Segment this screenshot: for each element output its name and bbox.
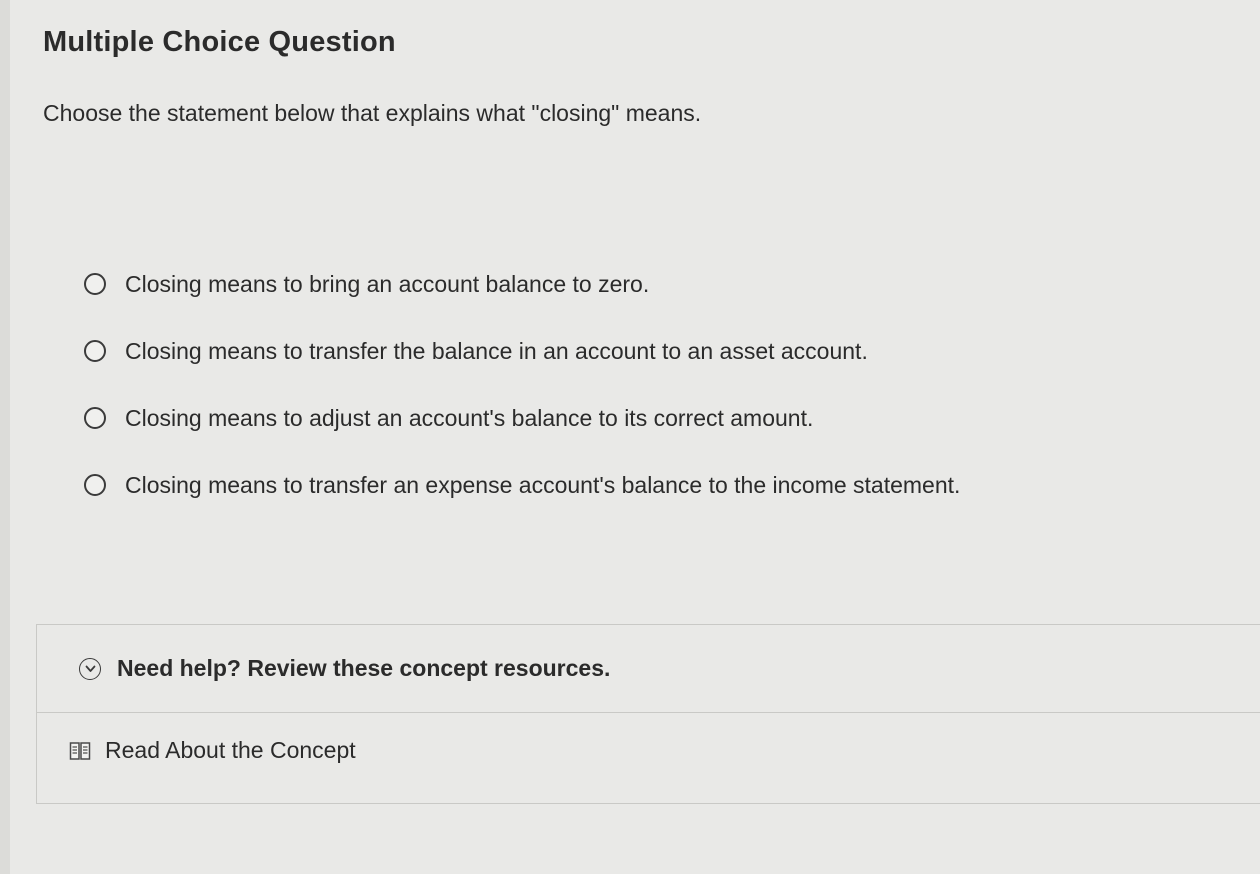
radio-button[interactable] [84, 407, 106, 429]
book-icon [69, 741, 91, 761]
help-resources-panel: Need help? Review these concept resource… [36, 624, 1260, 804]
answer-option[interactable]: Closing means to transfer an expense acc… [84, 463, 1184, 507]
read-about-concept-link[interactable]: Read About the Concept [69, 737, 356, 764]
page-edge [0, 0, 10, 874]
radio-button[interactable] [84, 273, 106, 295]
answer-options: Closing means to bring an account balanc… [84, 262, 1184, 530]
radio-button[interactable] [84, 474, 106, 496]
help-title: Need help? Review these concept resource… [117, 655, 611, 681]
read-about-concept-label: Read About the Concept [105, 737, 356, 763]
answer-option-label: Closing means to adjust an account's bal… [125, 404, 814, 431]
answer-option[interactable]: Closing means to adjust an account's bal… [84, 396, 1184, 440]
answer-option-label: Closing means to transfer an expense acc… [125, 471, 961, 498]
answer-option-label: Closing means to bring an account balanc… [125, 270, 650, 297]
question-page: Multiple Choice Question Choose the stat… [10, 0, 1260, 874]
answer-option[interactable]: Closing means to transfer the balance in… [84, 329, 1184, 373]
help-toggle[interactable]: Need help? Review these concept resource… [37, 625, 1260, 713]
question-prompt: Choose the statement below that explains… [43, 100, 702, 126]
radio-button[interactable] [84, 340, 106, 362]
question-heading: Multiple Choice Question [43, 26, 396, 58]
answer-option-label: Closing means to transfer the balance in… [125, 337, 868, 364]
answer-option[interactable]: Closing means to bring an account balanc… [84, 262, 1184, 306]
chevron-down-icon[interactable] [79, 657, 101, 680]
